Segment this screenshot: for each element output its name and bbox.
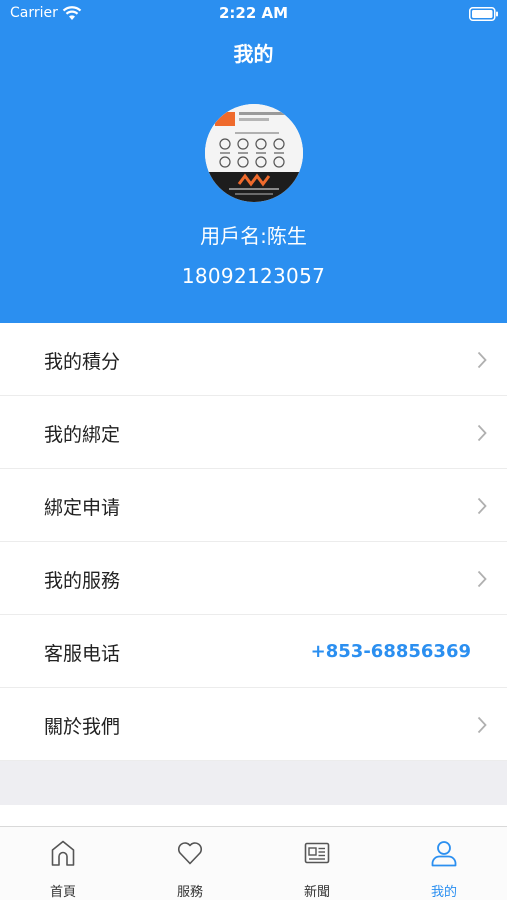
home-icon xyxy=(51,840,75,866)
menu-item-label: 綁定申请 xyxy=(44,497,121,519)
section-divider xyxy=(0,761,507,805)
phone-number: 18092123057 xyxy=(181,264,326,288)
avatar-image xyxy=(205,104,303,202)
tab-bar: 首頁 服務 新聞 我的 xyxy=(0,826,507,900)
tab-home[interactable]: 首頁 xyxy=(0,827,126,901)
menu-item-label: 我的服務 xyxy=(44,570,121,592)
chevron-right-icon xyxy=(477,424,487,442)
page-title: 我的 xyxy=(233,42,274,66)
profile-header: Carrier 2:22 AM 我的 用戶名:陈生 18092123057 xyxy=(0,0,507,323)
avatar[interactable] xyxy=(205,104,303,202)
tab-label: 我的 xyxy=(430,885,457,900)
chevron-right-icon xyxy=(477,570,487,588)
tab-label: 服務 xyxy=(176,885,203,900)
menu-list: 我的積分 我的綁定 綁定申请 我的服務 客服电话 +853-68856369 關… xyxy=(0,323,507,761)
status-time: 2:22 AM xyxy=(218,4,289,22)
heart-icon xyxy=(177,842,203,865)
menu-item-label: 我的積分 xyxy=(44,351,121,373)
username: 用戶名:陈生 xyxy=(200,224,307,248)
battery-icon xyxy=(469,7,498,21)
chevron-right-icon xyxy=(477,351,487,369)
menu-item-binding[interactable]: 我的綁定 xyxy=(0,396,507,469)
status-bar: Carrier 2:22 AM xyxy=(0,0,507,28)
chevron-right-icon xyxy=(477,716,487,734)
menu-item-services[interactable]: 我的服務 xyxy=(0,542,507,615)
chevron-right-icon xyxy=(477,497,487,515)
customer-service-phone-link[interactable]: +853-68856369 xyxy=(311,641,471,662)
tab-label: 新聞 xyxy=(303,885,330,900)
menu-item-label: 我的綁定 xyxy=(44,424,121,446)
tab-services[interactable]: 服務 xyxy=(127,827,253,901)
tab-label: 首頁 xyxy=(49,885,76,900)
tab-news[interactable]: 新聞 xyxy=(254,827,380,901)
newspaper-icon xyxy=(304,842,330,864)
menu-item-label: 關於我們 xyxy=(44,716,121,738)
menu-item-customer-service[interactable]: 客服电话 +853-68856369 xyxy=(0,615,507,688)
tab-profile[interactable]: 我的 xyxy=(381,827,507,901)
menu-item-binding-apply[interactable]: 綁定申请 xyxy=(0,469,507,542)
menu-item-label: 客服电话 xyxy=(44,643,121,665)
menu-item-points[interactable]: 我的積分 xyxy=(0,323,507,396)
person-icon xyxy=(431,841,457,867)
menu-item-about[interactable]: 關於我們 xyxy=(0,688,507,761)
